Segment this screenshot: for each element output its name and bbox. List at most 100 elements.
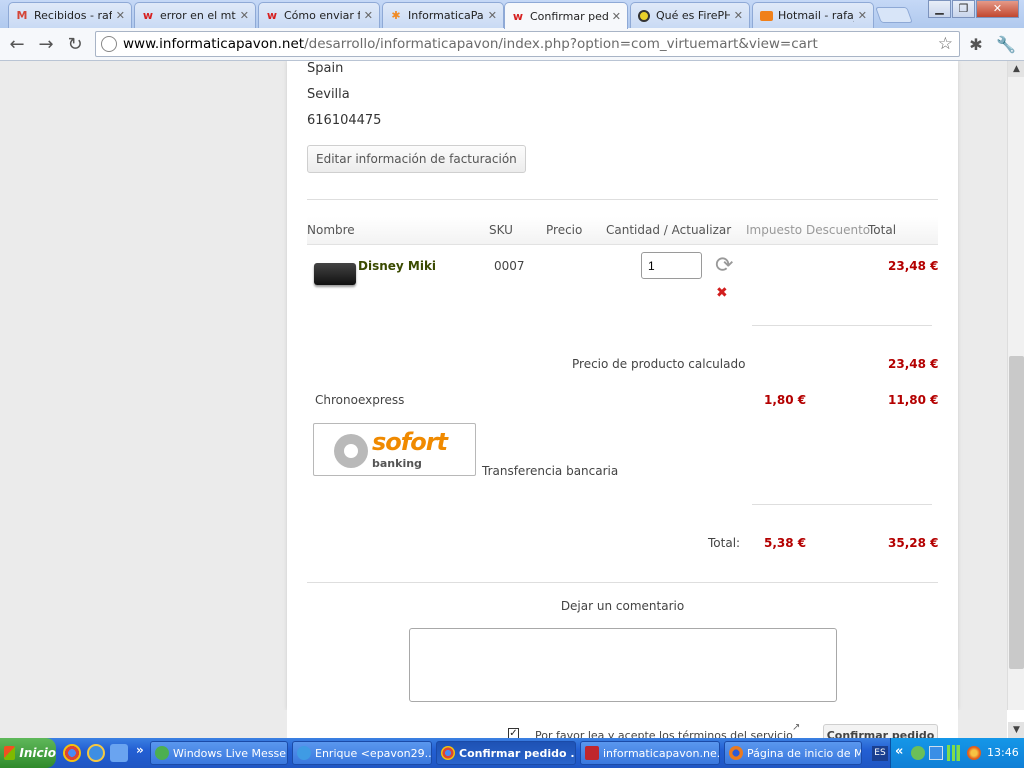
edit-billing-button[interactable]: Editar información de facturación [307,145,526,173]
tab-title: Recibidos - rafa_ [34,9,112,22]
refresh-icon[interactable]: ⟳ [715,253,733,278]
divider [307,582,938,583]
restore-button[interactable]: ❐ [952,0,975,18]
total-label: Total: [708,536,741,550]
tab-informaticapavon[interactable]: ✱ InformaticaPav ✕ [382,2,504,28]
ie-icon[interactable] [87,744,105,762]
divider [752,504,932,505]
tab-title: error en el mto [160,9,236,22]
payment-method: Transferencia bancaria [482,464,619,478]
task-messenger[interactable]: Windows Live Messe... [150,741,288,765]
browser-toolbar: ← → ↻ www.informaticapavon.net/desarroll… [0,28,1024,61]
quantity-input[interactable] [641,252,702,279]
url-path: /desarrollo/informaticapavon/index.php?o… [304,36,818,52]
task-enrique[interactable]: Enrique <epavon29... [292,741,432,765]
delete-icon[interactable]: ✖ [716,285,728,301]
joomla-icon: ✱ [391,9,401,22]
close-icon[interactable]: ✕ [858,9,867,22]
task-filezilla[interactable]: informaticapavon.ne... [580,741,720,765]
task-label: Enrique <epavon29... [315,746,432,760]
wrench-icon[interactable]: 🔧 [994,32,1018,56]
tab-title: Confirmar pedid [530,9,608,23]
tab-hotmail[interactable]: Hotmail - rafa_t ✕ [752,2,874,28]
w-icon: w [266,9,278,22]
task-label: Página de inicio de M... [747,746,862,760]
language-indicator[interactable]: ES [872,746,888,761]
cart-content: Spain Sevilla 616104475 Editar informaci… [287,61,958,710]
vertical-scrollbar[interactable]: ▲ ▼ [1007,61,1024,738]
comment-textarea[interactable] [409,628,837,702]
task-firefox[interactable]: Página de inicio de M... [724,741,862,765]
hotmail-icon [759,9,773,23]
bookmark-star-icon[interactable]: ☆ [938,34,953,54]
new-tab-button[interactable] [875,7,913,23]
header-price: Precio [546,223,583,237]
header-name: Nombre [307,223,355,237]
messenger-tray-icon[interactable] [929,746,943,760]
chrome-icon [441,746,455,760]
messenger-icon [155,746,169,760]
minimize-button[interactable]: ▁ [928,0,951,18]
close-icon[interactable]: ✕ [734,9,743,22]
tab-strip: M Recibidos - rafa_ ✕ w error en el mto … [0,0,1024,29]
close-icon[interactable]: ✕ [240,9,249,22]
task-confirmar-pedido[interactable]: Confirmar pedido ... [436,741,576,765]
gmail-icon: M [16,9,28,22]
header-sku: SKU [489,223,513,237]
system-tray: « 13:46 [890,738,1024,768]
network-icon[interactable] [911,746,925,760]
external-link-icon[interactable]: ↗ [792,722,800,733]
reload-icon[interactable]: ↻ [63,32,87,56]
table-row: Disney Miki 0007 ⟳ ✖ 23,48 € [287,251,958,331]
shipping-tax: 1,80 € [764,393,807,407]
tab-error-mto[interactable]: w error en el mto ✕ [134,2,256,28]
close-icon[interactable]: ✕ [612,10,621,23]
tab-title: Hotmail - rafa_t [778,9,854,22]
forward-icon[interactable]: → [34,32,58,56]
quicklaunch-chevron-icon[interactable]: » [136,743,144,757]
close-icon[interactable]: ✕ [116,9,125,22]
scroll-down-arrow[interactable]: ▼ [1008,722,1024,738]
close-window-button[interactable]: ✕ [976,0,1019,18]
billing-phone: 616104475 [307,113,382,128]
tray-app-icon[interactable] [967,746,981,760]
url-host: www.informaticapavon.net [123,36,305,52]
tab-title: Cómo enviar for [284,9,360,22]
tab-firephp[interactable]: Qué es FirePHP ✕ [630,2,750,28]
start-button[interactable]: Inicio [0,738,56,768]
tab-gmail[interactable]: M Recibidos - rafa_ ✕ [8,2,132,28]
task-label: Confirmar pedido ... [459,746,576,760]
subtotal-value: 23,48 € [888,357,939,371]
confirm-order-button[interactable]: Confirmar pedido [823,724,938,738]
tab-como-enviar[interactable]: w Cómo enviar for ✕ [258,2,380,28]
clock[interactable]: 13:46 [987,746,1019,759]
tab-confirmar-pedido[interactable]: w Confirmar pedid ✕ [504,2,628,29]
sofort-logo: sofort banking [313,423,476,476]
back-icon[interactable]: ← [5,32,29,56]
header-total: Total [868,223,897,237]
sofort-wordmark: sofort [372,428,448,456]
tab-title: Qué es FirePHP [656,9,730,22]
show-desktop-icon[interactable] [110,744,128,762]
product-total: 23,48 € [888,259,939,273]
product-thumbnail[interactable] [314,263,356,285]
scroll-up-arrow[interactable]: ▲ [1008,61,1024,77]
header-discount: Descuento [806,223,871,237]
tray-expand-icon[interactable]: « [895,744,903,759]
grand-total: 35,28 € [888,536,939,550]
terms-label[interactable]: Por favor lea y acepte los términos del … [535,729,793,738]
close-icon[interactable]: ✕ [488,9,497,22]
close-icon[interactable]: ✕ [364,9,373,22]
product-name-link[interactable]: Disney Miki [358,259,436,273]
scroll-thumb[interactable] [1009,356,1024,669]
firebug-icon[interactable]: ✱ [964,32,988,56]
tab-title: InformaticaPav [408,9,484,22]
address-bar[interactable]: www.informaticapavon.net/desarrollo/info… [95,31,960,57]
shipping-method: Chronoexpress [315,393,405,407]
wifi-signal-icon[interactable] [947,745,963,761]
product-sku: 0007 [494,259,525,273]
windows-logo-icon [4,746,16,760]
chrome-icon[interactable] [63,744,81,762]
windows-taskbar: Inicio » Windows Live Messe... Enrique <… [0,738,1024,768]
billing-country: Spain [307,61,344,76]
